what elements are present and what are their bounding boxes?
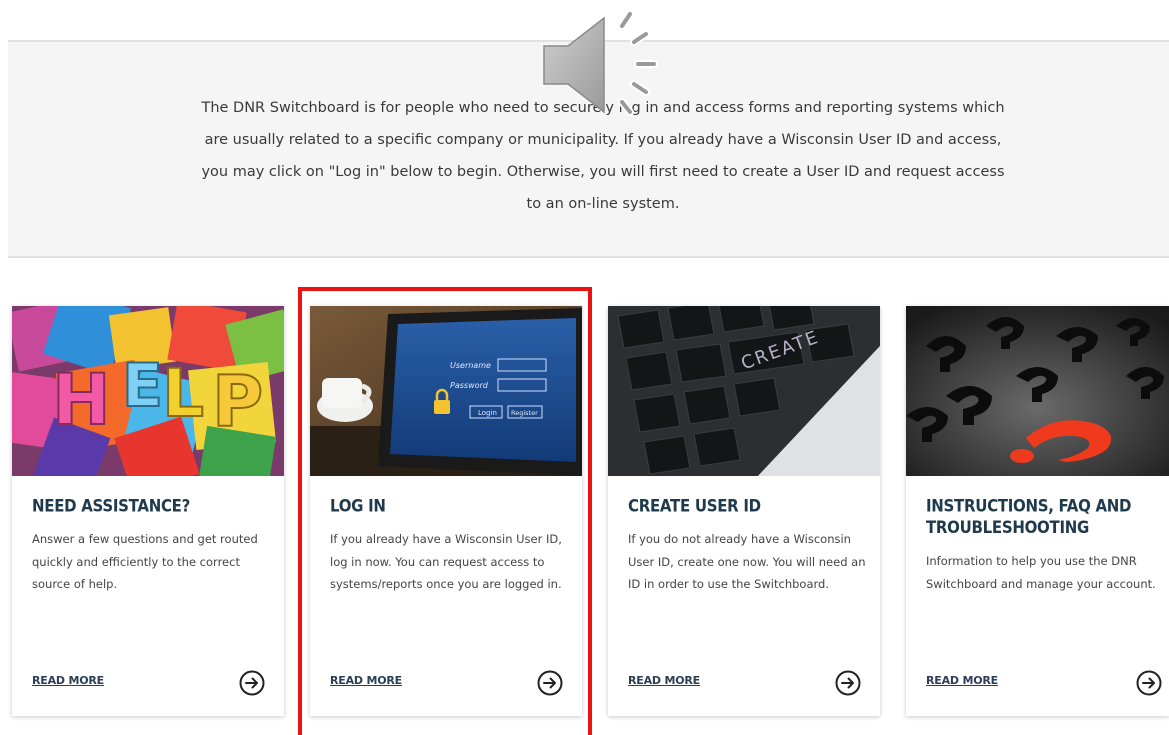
- svg-text:L: L: [162, 355, 204, 432]
- arrow-right-circle-icon[interactable]: [537, 670, 563, 696]
- tablet-register-label: Register: [511, 409, 538, 417]
- tablet-login-label: Login: [478, 409, 497, 417]
- card-need-assistance[interactable]: H E L P Need Assistance? Answer a few qu…: [12, 306, 284, 716]
- card-description: If you do not already have a Wisconsin U…: [628, 532, 866, 591]
- read-more-link[interactable]: READ MORE: [628, 674, 700, 687]
- arrow-right-circle-icon[interactable]: [835, 670, 861, 696]
- card-description: Answer a few questions and get routed qu…: [32, 532, 258, 591]
- read-more-link[interactable]: READ MORE: [926, 674, 998, 687]
- card-description: Information to help you use the DNR Swit…: [926, 554, 1156, 591]
- read-more-link[interactable]: READ MORE: [32, 674, 104, 687]
- read-more-link[interactable]: READ MORE: [330, 674, 402, 687]
- tablet-password-label: Password: [450, 381, 489, 390]
- tablet-login-image: Username Password Login Register: [310, 306, 582, 476]
- card-description: If you already have a Wisconsin User ID,…: [330, 532, 562, 591]
- card-log-in[interactable]: Username Password Login Register Log In …: [310, 306, 582, 716]
- card-create-user-id[interactable]: CREATE Create User ID If you do not alre…: [608, 306, 880, 716]
- arrow-right-circle-icon[interactable]: [239, 670, 265, 696]
- card-title: Need Assistance?: [32, 496, 191, 517]
- card-title: Log In: [330, 496, 386, 517]
- card-instructions-faq[interactable]: Instructions, FAQ and Troubleshooting In…: [906, 306, 1169, 716]
- tablet-username-label: Username: [450, 361, 491, 370]
- card-title: Instructions, FAQ and Troubleshooting: [926, 496, 1132, 538]
- svg-text:H: H: [52, 359, 111, 441]
- svg-text:E: E: [122, 351, 163, 421]
- page: The DNR Switchboard is for people who ne…: [0, 0, 1169, 735]
- help-letters-image: H E L P: [12, 306, 284, 476]
- speaker-icon[interactable]: [538, 8, 668, 118]
- create-keyboard-image: CREATE: [608, 306, 880, 476]
- arrow-right-circle-icon[interactable]: [1136, 670, 1162, 696]
- card-title: Create User ID: [628, 496, 761, 517]
- svg-text:P: P: [212, 361, 263, 443]
- question-marks-image: [906, 306, 1169, 476]
